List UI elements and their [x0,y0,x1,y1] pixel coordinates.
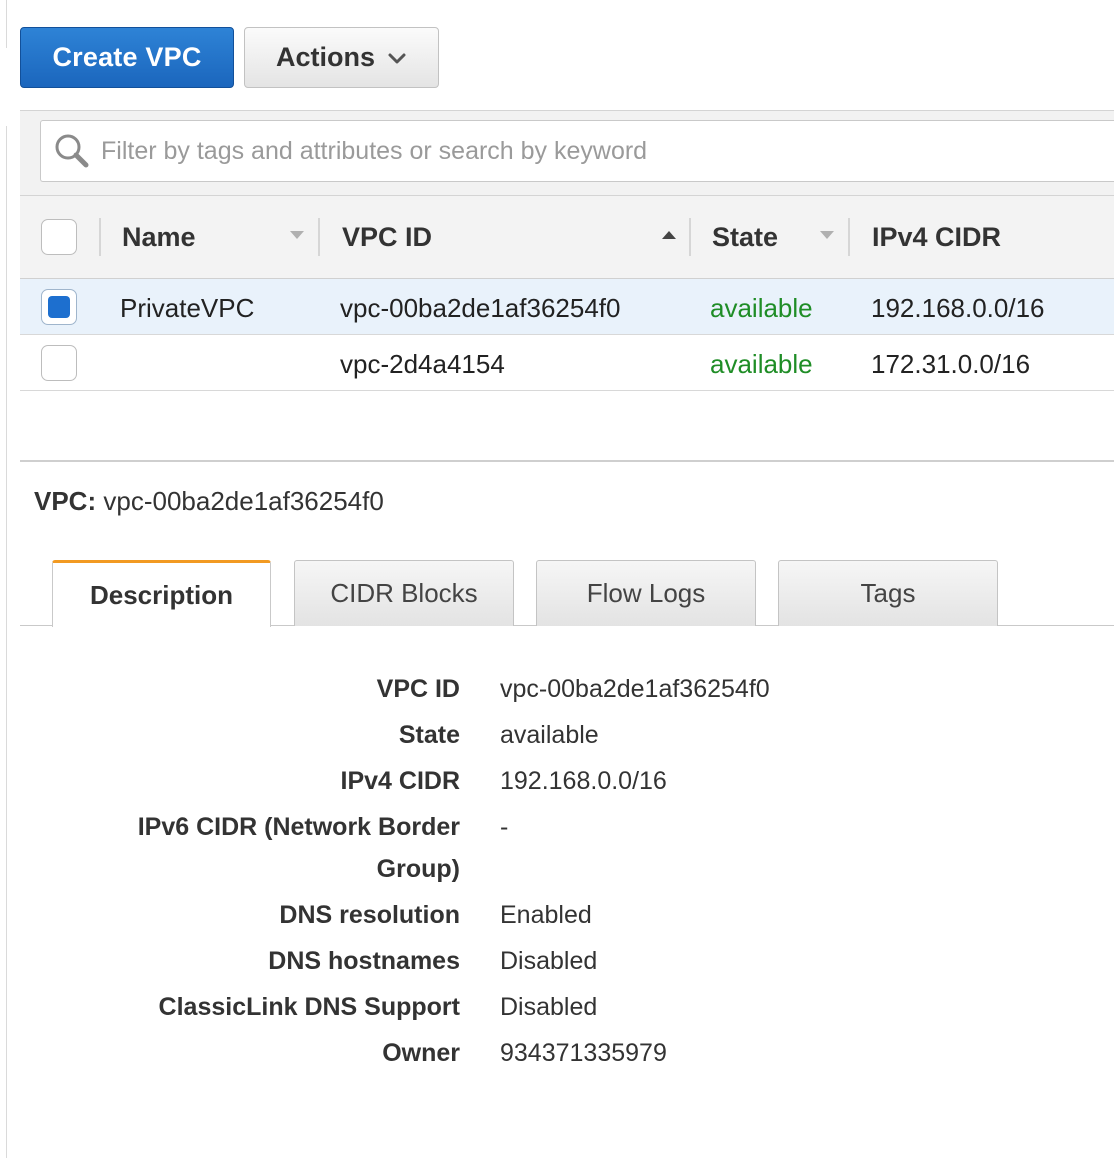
field-label-classiclink-dns: ClassicLink DNS Support [158,993,460,1021]
create-vpc-button[interactable]: Create VPC [20,27,234,88]
cell-ipv4-cidr: 192.168.0.0/16 [871,293,1045,323]
column-separator[interactable] [848,218,850,256]
column-separator [99,218,101,256]
sort-up-icon[interactable] [662,231,676,239]
cell-state: available [710,349,813,379]
column-header-ipv4-cidr[interactable]: IPv4 CIDR [872,222,1001,253]
field-value-owner: 934371335979 [500,1039,667,1067]
field-label-ipv4-cidr: IPv4 CIDR [340,767,460,795]
tab-label: CIDR Blocks [330,578,478,608]
page-edge [0,126,7,1158]
panel-resize-divider[interactable] [20,460,1114,462]
actions-label: Actions [275,42,375,72]
cell-vpc-id: vpc-00ba2de1af36254f0 [340,293,621,323]
tab-cidr-blocks[interactable]: CIDR Blocks [294,560,514,626]
cell-vpc-id: vpc-2d4a4154 [340,349,505,379]
column-separator[interactable] [318,218,320,256]
sort-down-icon[interactable] [290,231,304,239]
search-input[interactable]: Filter by tags and attributes or search … [40,120,1114,182]
column-header-name[interactable]: Name [122,222,196,253]
details-title-value: vpc-00ba2de1af36254f0 [103,486,384,516]
details-title-label: VPC: [34,486,97,516]
field-label-ipv6-cidr: IPv6 CIDR (Network Border [137,813,460,841]
cell-name: PrivateVPC [120,293,255,323]
tab-description[interactable]: Description [52,560,271,627]
field-value-dns-hostnames: Disabled [500,947,598,975]
tab-label: Flow Logs [586,578,706,608]
select-all-checkbox[interactable] [41,219,77,255]
field-label-vpc-id: VPC ID [376,675,460,703]
field-label-dns-resolution: DNS resolution [279,901,460,929]
sort-down-icon[interactable] [820,231,834,239]
field-value-dns-resolution: Enabled [500,901,592,929]
tab-flow-logs[interactable]: Flow Logs [536,560,756,626]
cell-state: available [710,293,813,323]
row-checkbox-selected[interactable] [41,289,77,325]
field-value-ipv4-cidr: 192.168.0.0/16 [500,767,667,795]
page-edge [0,0,7,48]
search-placeholder: Filter by tags and attributes or search … [101,136,648,165]
field-value-vpc-id: vpc-00ba2de1af36254f0 [500,675,770,703]
field-value-classiclink-dns: Disabled [500,993,598,1021]
field-label-dns-hostnames: DNS hostnames [268,947,460,975]
tab-label: Description [89,579,234,610]
actions-button[interactable]: Actions [244,27,439,88]
column-header-vpc-id[interactable]: VPC ID [342,222,432,253]
cell-ipv4-cidr: 172.31.0.0/16 [871,349,1031,379]
tab-label: Tags [860,578,916,608]
field-label-state: State [398,721,460,749]
create-vpc-label: Create VPC [52,42,202,72]
field-label-owner: Owner [382,1039,460,1067]
field-value-ipv6-cidr: - [500,813,509,841]
field-label-ipv6-cidr-line2: Group) [376,855,460,883]
column-separator[interactable] [689,218,691,256]
row-checkbox[interactable] [41,345,77,381]
tab-tags[interactable]: Tags [778,560,998,626]
column-header-state[interactable]: State [712,222,778,253]
search-icon [55,134,89,168]
chevron-down-icon [388,53,406,63]
field-value-state: available [500,721,599,749]
details-title: VPC: vpc-00ba2de1af36254f0 [34,486,384,517]
